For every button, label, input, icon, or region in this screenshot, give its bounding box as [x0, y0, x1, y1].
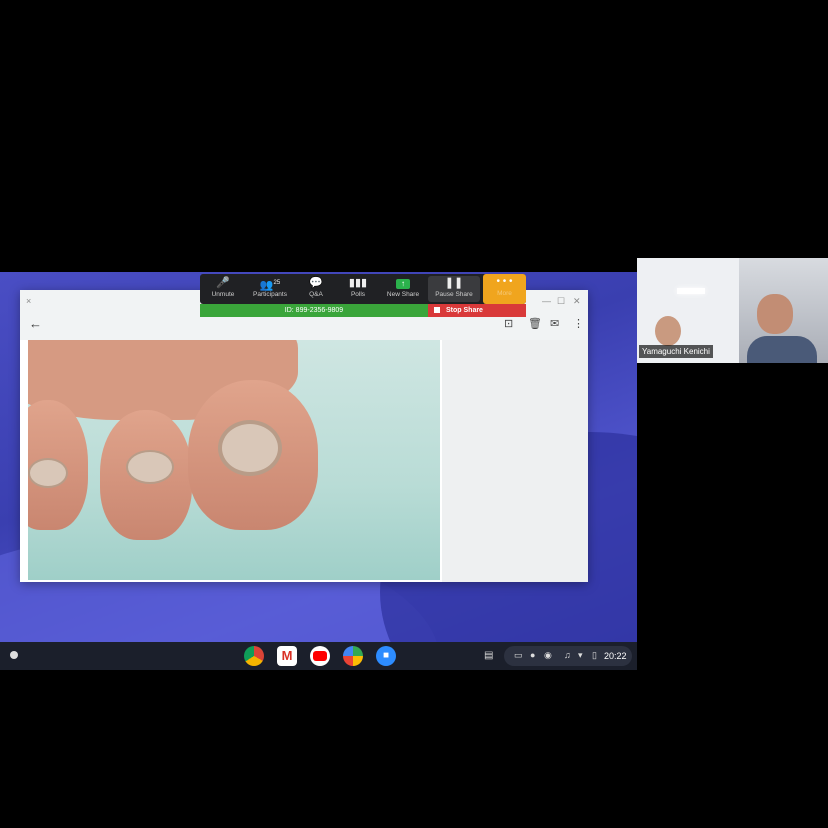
- stop-icon: [434, 307, 440, 313]
- meeting-id: ID: 899-2356-9809: [284, 307, 344, 314]
- clock: 20:22: [604, 651, 627, 661]
- polls-button[interactable]: ▮▮▮ Polls: [335, 276, 381, 302]
- chrome-icon[interactable]: [244, 646, 264, 666]
- wifi-icon: ▾: [578, 650, 583, 660]
- battery-icon: ▯: [592, 650, 597, 660]
- participant-video[interactable]: Yamaguchi Kenichi: [637, 258, 828, 363]
- qa-icon: 💬: [309, 277, 323, 289]
- status-tray[interactable]: ▭ ● ◉ ♫ ▾ ▯ 20:22: [504, 646, 632, 666]
- mic-muted-icon: 🎤: [216, 277, 230, 289]
- minimize-icon[interactable]: —: [542, 296, 551, 306]
- shared-screen: × — ☐ ✕ ← ⊡ 🗑 ✉ ⋮: [0, 272, 637, 670]
- window-dot-icon: ×: [26, 296, 32, 306]
- back-arrow-icon[interactable]: ←: [29, 316, 42, 331]
- launcher-icon[interactable]: [10, 651, 18, 659]
- polls-icon: ▮▮▮: [348, 277, 368, 289]
- participants-count: 25: [273, 280, 281, 286]
- stop-share-button[interactable]: Stop Share: [428, 304, 526, 317]
- share-up-icon: ↑: [380, 276, 426, 290]
- record-icon: ◉: [544, 650, 552, 660]
- ceiling-light: [677, 288, 705, 294]
- close-icon[interactable]: ✕: [573, 296, 581, 307]
- more-button[interactable]: • • • More: [483, 274, 526, 304]
- play-store-icon[interactable]: [343, 646, 363, 666]
- toe-photo: [28, 340, 440, 580]
- mail-icon[interactable]: ✉: [550, 317, 559, 330]
- qa-button[interactable]: 💬 Q&A: [293, 276, 339, 302]
- notification-icon: ♫: [564, 650, 571, 660]
- person-two-shirt: [747, 336, 817, 363]
- participants-button[interactable]: 👥25 Participants: [244, 276, 296, 302]
- person-one: [655, 316, 681, 346]
- settings-icon: ●: [530, 650, 536, 660]
- delete-icon[interactable]: 🗑: [528, 317, 542, 330]
- pause-share-button[interactable]: ❚❚ Pause Share: [428, 276, 480, 302]
- chromeos-shelf: M ■ ▤ ▭ ● ◉ ♫ ▾ ▯ 20:22: [0, 642, 637, 670]
- participant-name: Yamaguchi Kenichi: [639, 345, 713, 358]
- clipboard-icon[interactable]: ▤: [484, 650, 493, 661]
- save-icon[interactable]: ⊡: [504, 317, 513, 330]
- new-share-button[interactable]: ↑ New Share: [380, 276, 426, 302]
- youtube-icon[interactable]: [310, 646, 330, 666]
- maximize-icon[interactable]: ☐: [557, 296, 565, 307]
- zoom-icon[interactable]: ■: [376, 646, 396, 666]
- more-icon: • • •: [496, 276, 513, 287]
- participants-icon: 👥25: [259, 279, 281, 292]
- person-two: [757, 294, 793, 334]
- meeting-id-bar[interactable]: ID: 899-2356-9809: [200, 304, 428, 317]
- more-vertical-icon[interactable]: ⋮: [573, 317, 584, 330]
- side-panel: [442, 340, 588, 582]
- screen-capture-icon: ▭: [514, 650, 523, 660]
- browser-window: × — ☐ ✕ ← ⊡ 🗑 ✉ ⋮: [20, 290, 588, 582]
- pause-icon: ❚❚: [444, 277, 464, 289]
- unmute-button[interactable]: 🎤 Unmute: [200, 276, 246, 302]
- gmail-icon[interactable]: M: [277, 646, 297, 666]
- zoom-share-toolbar: 🎤 Unmute 👥25 Participants 💬 Q&A ▮▮▮ Poll…: [200, 274, 526, 304]
